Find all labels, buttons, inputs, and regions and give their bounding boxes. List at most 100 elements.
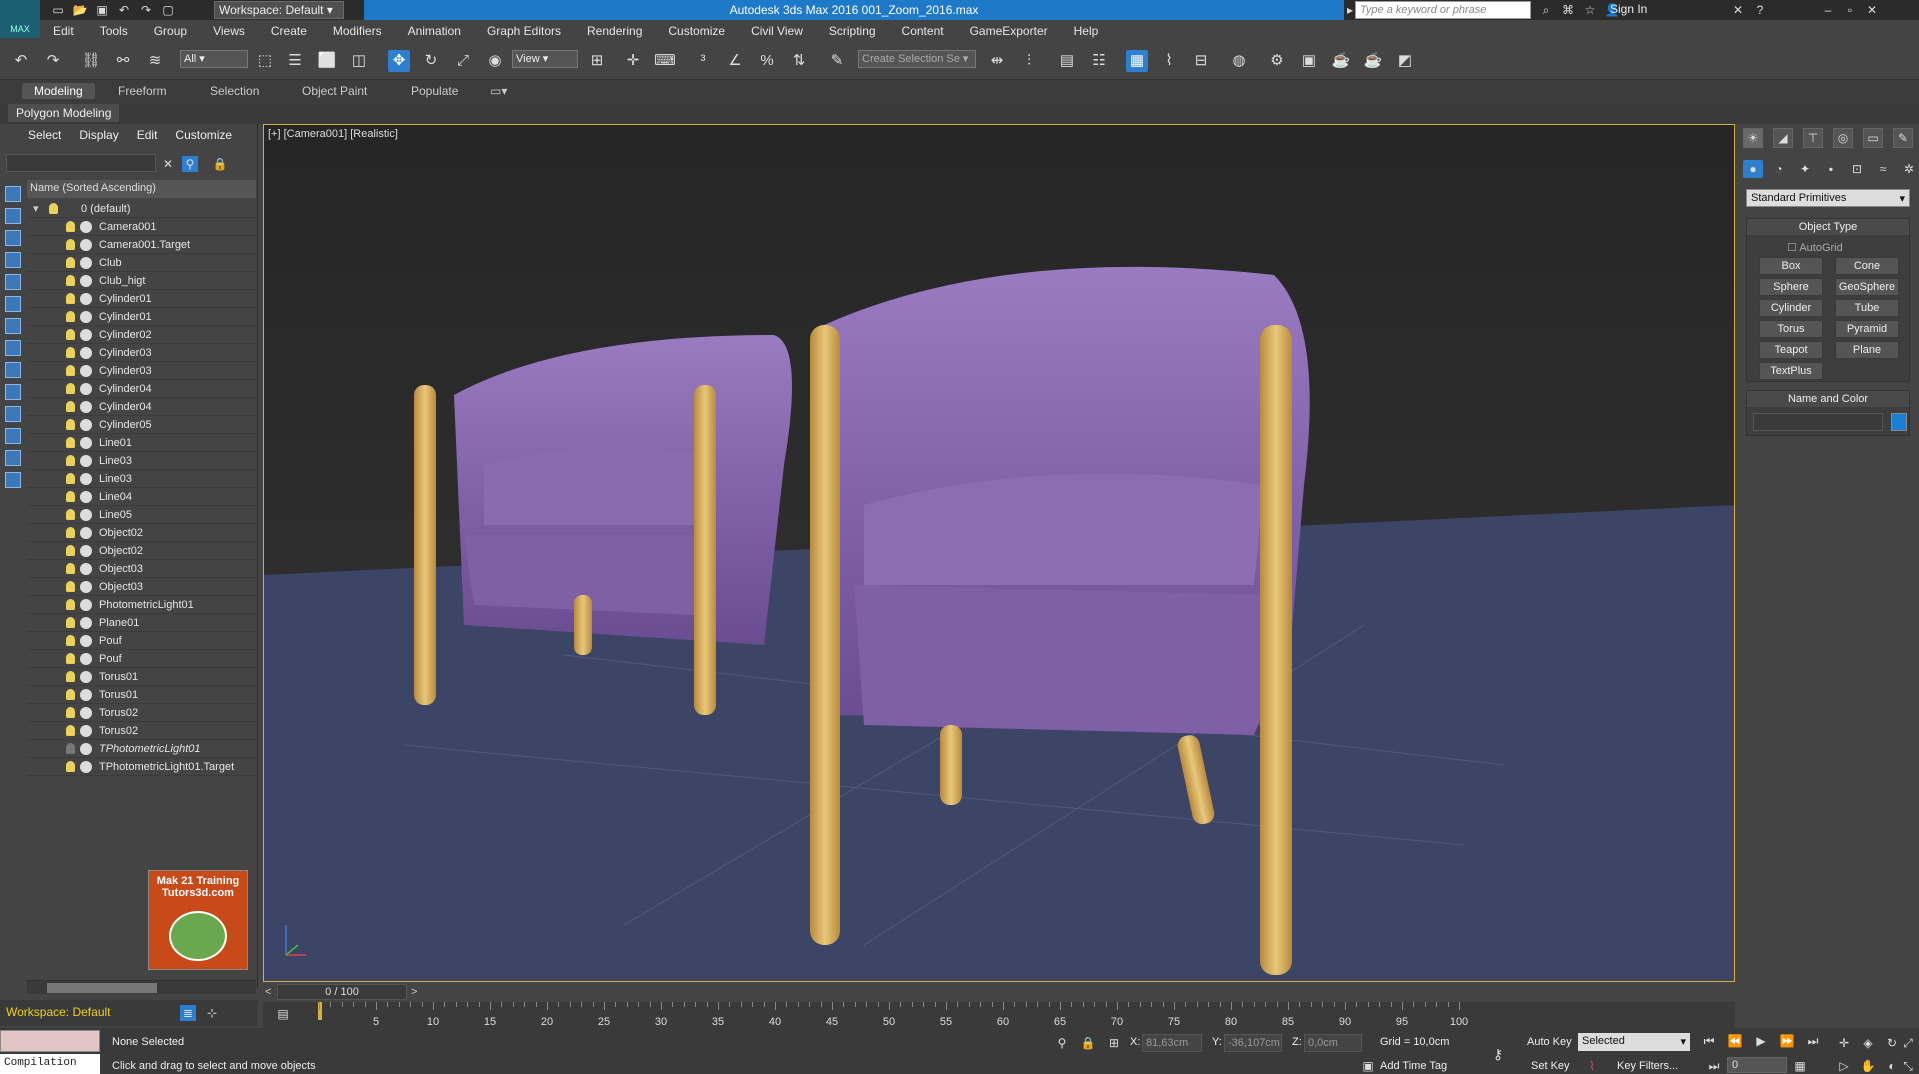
menu-content[interactable]: Content	[889, 24, 957, 38]
explorer-item[interactable]: Torus01	[27, 686, 256, 704]
star-icon[interactable]: ☆	[1582, 2, 1598, 18]
percent-snap-icon[interactable]: %	[756, 50, 778, 72]
select-and-rotate-icon[interactable]: ↻	[420, 50, 442, 72]
explorer-item[interactable]: Cylinder03	[27, 344, 256, 362]
curve-editor-icon[interactable]: ⌇	[1158, 50, 1180, 72]
menu-scripting[interactable]: Scripting	[816, 24, 889, 38]
object-name-input[interactable]	[1753, 413, 1883, 431]
light-bulb-icon[interactable]	[66, 401, 75, 412]
menu-animation[interactable]: Animation	[395, 24, 474, 38]
explorer-item[interactable]: Camera001.Target	[27, 236, 256, 254]
light-bulb-icon[interactable]	[66, 491, 75, 502]
light-bulb-icon[interactable]	[66, 725, 75, 736]
cameras-icon[interactable]: ▪	[1821, 160, 1841, 178]
display-frozen-icon[interactable]	[5, 428, 21, 444]
menu-create[interactable]: Create	[258, 24, 320, 38]
prev-frame-arrow[interactable]: <	[265, 986, 271, 998]
open-file-icon[interactable]: 📂	[72, 2, 88, 18]
redo-icon[interactable]: ↷	[42, 50, 64, 72]
explorer-item[interactable]: Plane01	[27, 614, 256, 632]
key-filters-button[interactable]: Key Filters...	[1617, 1060, 1678, 1072]
light-bulb-icon[interactable]	[49, 203, 58, 214]
light-bulb-icon[interactable]	[66, 383, 75, 394]
menu-group[interactable]: Group	[141, 24, 200, 38]
explorer-item[interactable]: PhotometricLight01	[27, 596, 256, 614]
go-to-start-icon[interactable]: ⏮	[1700, 1034, 1718, 1052]
explorer-item[interactable]: Cylinder03	[27, 362, 256, 380]
display-spacewarps-icon[interactable]	[5, 318, 21, 334]
mirror-icon[interactable]: ⇹	[986, 50, 1008, 72]
manipulate-icon[interactable]: ✛	[622, 50, 644, 72]
window-crossing-icon[interactable]: ◫	[348, 50, 370, 72]
display-xrefs-icon[interactable]	[5, 362, 21, 378]
pan-icon[interactable]: ✋	[1860, 1058, 1876, 1074]
maximize-viewport-icon[interactable]: ⤢	[1900, 1035, 1916, 1051]
default-in-out-tangents-icon[interactable]: ⌇	[1584, 1058, 1600, 1074]
maxscript-mini-listener[interactable]: Compilation	[0, 1054, 100, 1074]
light-bulb-icon[interactable]	[66, 545, 75, 556]
zoom-icon[interactable]: ✛	[1836, 1035, 1852, 1051]
time-slider-thumb[interactable]: 0 / 100	[277, 984, 407, 1000]
explorer-item[interactable]: Torus02	[27, 722, 256, 740]
display-lights-icon[interactable]	[5, 252, 21, 268]
explorer-item[interactable]: Object03	[27, 578, 256, 596]
render-setup-icon[interactable]: ⚙	[1266, 50, 1288, 72]
display-containers-icon[interactable]	[5, 406, 21, 422]
sphere-button[interactable]: Sphere	[1759, 278, 1823, 296]
explorer-item[interactable]: Object03	[27, 560, 256, 578]
light-bulb-icon[interactable]	[66, 365, 75, 376]
box-button[interactable]: Box	[1759, 257, 1823, 275]
hierarchy-tab-icon[interactable]: ⊤	[1803, 128, 1823, 148]
geosphere-button[interactable]: GeoSphere	[1835, 278, 1899, 296]
current-frame-field[interactable]: 0	[1727, 1057, 1787, 1073]
explorer-item[interactable]: Torus02	[27, 704, 256, 722]
undo-icon[interactable]: ↶	[116, 2, 132, 18]
redo-icon[interactable]: ↷	[138, 2, 154, 18]
explorer-item[interactable]: Cylinder04	[27, 380, 256, 398]
next-frame-arrow[interactable]: >	[411, 986, 417, 998]
explorer-item[interactable]: Pouf	[27, 650, 256, 668]
light-bulb-icon[interactable]	[66, 743, 75, 754]
save-icon[interactable]: ▣	[94, 2, 110, 18]
explorer-item[interactable]: Cylinder01	[27, 290, 256, 308]
menu-views[interactable]: Views	[200, 24, 258, 38]
scrollbar-thumb[interactable]	[47, 983, 157, 993]
orbit-camera-icon[interactable]: ◐	[1884, 1058, 1900, 1074]
explorer-item[interactable]: Torus01	[27, 668, 256, 686]
activeshade-icon[interactable]: ◩	[1394, 50, 1416, 72]
systems-icon[interactable]: ✲	[1899, 160, 1919, 178]
edit-named-selection-icon[interactable]: ✎	[826, 50, 848, 72]
display-shapes-icon[interactable]	[5, 230, 21, 246]
pivot-center-icon[interactable]: ⊞	[586, 50, 608, 72]
workspace-bottom-label[interactable]: Workspace: Default	[6, 1005, 111, 1019]
light-bulb-icon[interactable]	[66, 329, 75, 340]
toggle-ribbon-icon[interactable]: ▦	[1126, 50, 1148, 72]
explorer-item[interactable]: Club_higt	[27, 272, 256, 290]
light-bulb-icon[interactable]	[66, 311, 75, 322]
material-editor-icon[interactable]: ◍	[1228, 50, 1250, 72]
explorer-menu-display[interactable]: Display	[79, 128, 118, 142]
explorer-column-header[interactable]: Name (Sorted Ascending)	[27, 180, 256, 198]
selection-filter-dropdown[interactable]: All ▾	[180, 50, 248, 68]
torus-button[interactable]: Torus	[1759, 320, 1823, 338]
close-icon[interactable]: ✕	[1864, 2, 1880, 18]
auto-key-button[interactable]: Auto Key	[1527, 1036, 1572, 1048]
explorer-item[interactable]: TPhotometricLight01.Target	[27, 758, 256, 776]
menu-civil-view[interactable]: Civil View	[738, 24, 816, 38]
light-bulb-icon[interactable]	[66, 707, 75, 718]
isolate-icon[interactable]: ⚲	[1054, 1035, 1070, 1051]
object-color-swatch[interactable]	[1891, 413, 1907, 431]
exchange-icon[interactable]: ✕	[1730, 2, 1746, 18]
explorer-item[interactable]: Line05	[27, 506, 256, 524]
light-bulb-icon[interactable]	[66, 653, 75, 664]
light-bulb-icon[interactable]	[66, 635, 75, 646]
explorer-item[interactable]: Cylinder01	[27, 308, 256, 326]
light-bulb-icon[interactable]	[66, 527, 75, 538]
light-bulb-icon[interactable]	[66, 221, 75, 232]
z-coordinate-field[interactable]: 0,0cm	[1304, 1034, 1362, 1052]
light-bulb-icon[interactable]	[66, 617, 75, 628]
motion-tab-icon[interactable]: ◎	[1833, 128, 1853, 148]
y-coordinate-field[interactable]: -36,107cm	[1224, 1034, 1282, 1052]
subscription-icon[interactable]: ⌘	[1560, 2, 1576, 18]
next-frame-icon[interactable]: ⏩	[1778, 1034, 1796, 1052]
